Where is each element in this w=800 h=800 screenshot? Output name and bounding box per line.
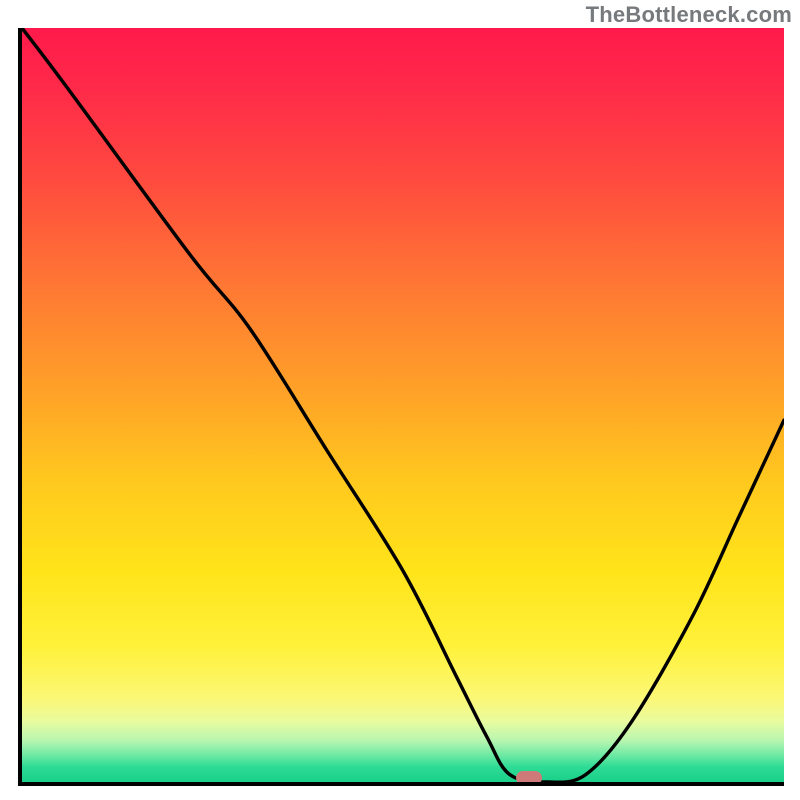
chart-stage: TheBottleneck.com [0,0,800,800]
curve-path [22,28,784,782]
plot-area [18,28,784,786]
optimal-point-marker [516,771,542,785]
bottleneck-curve [22,28,784,782]
attribution-label: TheBottleneck.com [586,2,792,28]
